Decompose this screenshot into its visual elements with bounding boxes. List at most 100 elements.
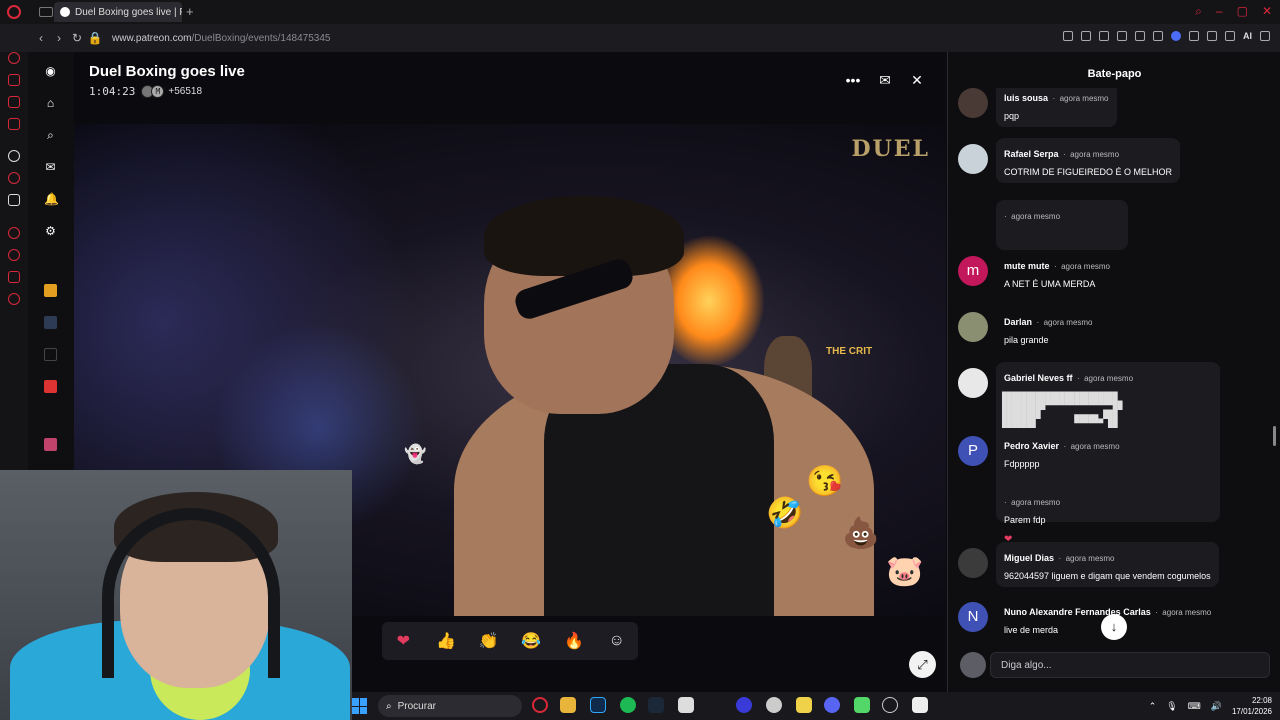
url-field[interactable]: www.patreon.com/DuelBoxing/events/148475… xyxy=(112,33,330,44)
chats-icon[interactable]: ✉ xyxy=(44,161,57,174)
maximize-button[interactable]: ▢ xyxy=(1237,4,1248,19)
home-icon[interactable]: ⌂ xyxy=(44,97,57,110)
search-tabs-icon[interactable]: ⌕ xyxy=(1195,4,1202,19)
chat-text: Parem fdp xyxy=(1004,515,1046,525)
browser-tab[interactable]: Duel Boxing goes live | Pa × xyxy=(54,2,182,22)
chat-avatar[interactable] xyxy=(958,312,988,342)
reaction-thumbs-up-button[interactable]: 👍 xyxy=(435,631,457,651)
snapshot-icon[interactable] xyxy=(1081,31,1091,41)
wallet-icon[interactable] xyxy=(1207,31,1217,41)
chat-message-input[interactable] xyxy=(990,652,1270,678)
search-icon[interactable]: ⌕ xyxy=(44,129,57,142)
sidebar-history-icon[interactable] xyxy=(8,249,20,261)
ai-button[interactable]: AI xyxy=(1243,31,1252,41)
reaction-laugh-button[interactable]: 😂 xyxy=(520,631,542,651)
sidebar-speed-dial-icon[interactable] xyxy=(8,52,20,64)
new-tab-button[interactable]: + xyxy=(186,4,194,19)
system-tray: ⌃ 🎙 ⌨ 🔊 22:08 17/01/2026 xyxy=(1149,695,1272,717)
taskbar-spotify-icon[interactable] xyxy=(620,697,636,713)
close-window-button[interactable]: ✕ xyxy=(1262,4,1272,19)
tab-overview-icon[interactable] xyxy=(39,7,53,17)
download-icon[interactable] xyxy=(1225,31,1235,41)
reaction-fire-button[interactable]: 🔥 xyxy=(563,631,585,651)
taskbar-search[interactable]: ⌕ Procurar xyxy=(378,695,522,717)
chat-username[interactable]: Pedro Xavier xyxy=(1004,441,1059,451)
chat-username[interactable]: luis sousa xyxy=(1004,93,1048,103)
close-stream-button[interactable]: ✕ xyxy=(907,72,927,89)
sidebar-chatgpt-icon[interactable] xyxy=(8,150,20,162)
taskbar-notes-icon[interactable] xyxy=(796,697,812,713)
heart-icon[interactable] xyxy=(1153,31,1163,41)
sidebar-news-icon[interactable] xyxy=(8,96,20,108)
chat-toggle-button[interactable]: ✉ xyxy=(875,72,895,89)
chat-username[interactable]: Miguel Dias xyxy=(1004,553,1054,563)
bookmark-icon[interactable] xyxy=(1063,31,1073,41)
taskbar-openai-icon[interactable] xyxy=(912,697,928,713)
scroll-to-latest-button[interactable]: ↓ xyxy=(1101,614,1127,640)
back-button[interactable]: ‹ xyxy=(32,31,50,45)
volume-icon[interactable]: 🔊 xyxy=(1211,701,1222,712)
forward-button[interactable]: › xyxy=(50,31,68,45)
sidebar-gamer-icon[interactable] xyxy=(8,74,20,86)
creator-avatar-3[interactable] xyxy=(44,348,57,361)
menu-icon[interactable] xyxy=(1260,31,1270,41)
chat-message-list[interactable]: luis sousa · agora mesmo pqp Rafael Serp… xyxy=(948,88,1280,640)
chat-timestamp: agora mesmo xyxy=(1061,262,1111,271)
reload-button[interactable]: ↻ xyxy=(68,31,86,45)
add-reaction-button[interactable]: ☺ xyxy=(606,632,628,650)
chat-avatar[interactable] xyxy=(958,368,988,398)
vpn-icon[interactable] xyxy=(1171,31,1181,41)
chat-username[interactable]: Rafael Serpa xyxy=(1004,149,1059,159)
sidebar-tiktok-icon[interactable] xyxy=(8,194,20,206)
taskbar-play-icon[interactable] xyxy=(854,697,870,713)
notifications-icon[interactable]: 🔔 xyxy=(44,193,59,206)
sidebar-player-icon[interactable] xyxy=(8,227,20,239)
more-options-button[interactable]: ••• xyxy=(843,72,863,88)
reaction-heart-button[interactable]: ❤ xyxy=(392,631,414,651)
taskbar-chrome-icon[interactable] xyxy=(766,697,782,713)
shield-icon[interactable] xyxy=(1099,31,1109,41)
start-button[interactable] xyxy=(352,698,368,714)
taskbar-obs-icon[interactable] xyxy=(882,697,898,713)
extensions-icon[interactable] xyxy=(1189,31,1199,41)
chat-scrollbar[interactable] xyxy=(1273,426,1276,446)
taskbar-photoshop-icon[interactable] xyxy=(590,697,606,713)
patreon-logo-icon[interactable]: ◉ xyxy=(44,65,57,78)
minimize-button[interactable]: – xyxy=(1216,4,1223,19)
play-icon[interactable] xyxy=(1135,31,1145,41)
microphone-icon[interactable]: 🎙 xyxy=(1166,701,1177,712)
settings-icon[interactable]: ⚙ xyxy=(44,225,57,238)
opera-logo-icon[interactable] xyxy=(7,5,21,19)
creator-avatar-4[interactable] xyxy=(44,380,57,393)
taskbar-clock[interactable]: 22:08 17/01/2026 xyxy=(1232,695,1272,717)
reaction-clap-button[interactable]: 👏 xyxy=(478,631,500,651)
chat-avatar[interactable] xyxy=(958,88,988,118)
viewer-count: +56518 xyxy=(168,86,203,97)
taskbar-opera-icon[interactable] xyxy=(532,697,548,713)
creator-avatar-1[interactable] xyxy=(44,284,57,297)
taskbar-media-icon[interactable] xyxy=(736,697,752,713)
chat-username[interactable]: mute mute xyxy=(1004,261,1050,271)
chat-avatar[interactable]: N xyxy=(958,602,988,632)
tray-chevron-icon[interactable]: ⌃ xyxy=(1149,701,1157,712)
chat-username[interactable]: Nuno Alexandre Fernandes Carlas xyxy=(1004,607,1151,617)
chat-avatar[interactable] xyxy=(958,548,988,578)
sidebar-settings-icon[interactable] xyxy=(8,293,20,305)
chat-avatar[interactable]: P xyxy=(958,436,988,466)
sidebar-mail-icon[interactable] xyxy=(8,118,20,130)
taskbar-file-explorer-icon[interactable] xyxy=(560,697,576,713)
taskbar-steam-icon[interactable] xyxy=(648,697,664,713)
creator-avatar-5[interactable] xyxy=(44,438,57,451)
sidebar-extensions-icon[interactable] xyxy=(8,271,20,283)
network-icon[interactable]: ⌨ xyxy=(1188,701,1201,712)
sidebar-instagram-icon[interactable] xyxy=(8,172,20,184)
taskbar-discord-icon[interactable] xyxy=(824,697,840,713)
taskbar-app-icon[interactable] xyxy=(678,697,694,713)
chat-username[interactable]: Gabriel Neves ff xyxy=(1004,373,1073,383)
creator-avatar-2[interactable] xyxy=(44,316,57,329)
chat-username[interactable]: Darlan xyxy=(1004,317,1032,327)
fullscreen-button[interactable]: ⤢ xyxy=(909,651,936,678)
chat-avatar[interactable] xyxy=(958,144,988,174)
chat-avatar[interactable]: m xyxy=(958,256,988,286)
translate-icon[interactable] xyxy=(1117,31,1127,41)
